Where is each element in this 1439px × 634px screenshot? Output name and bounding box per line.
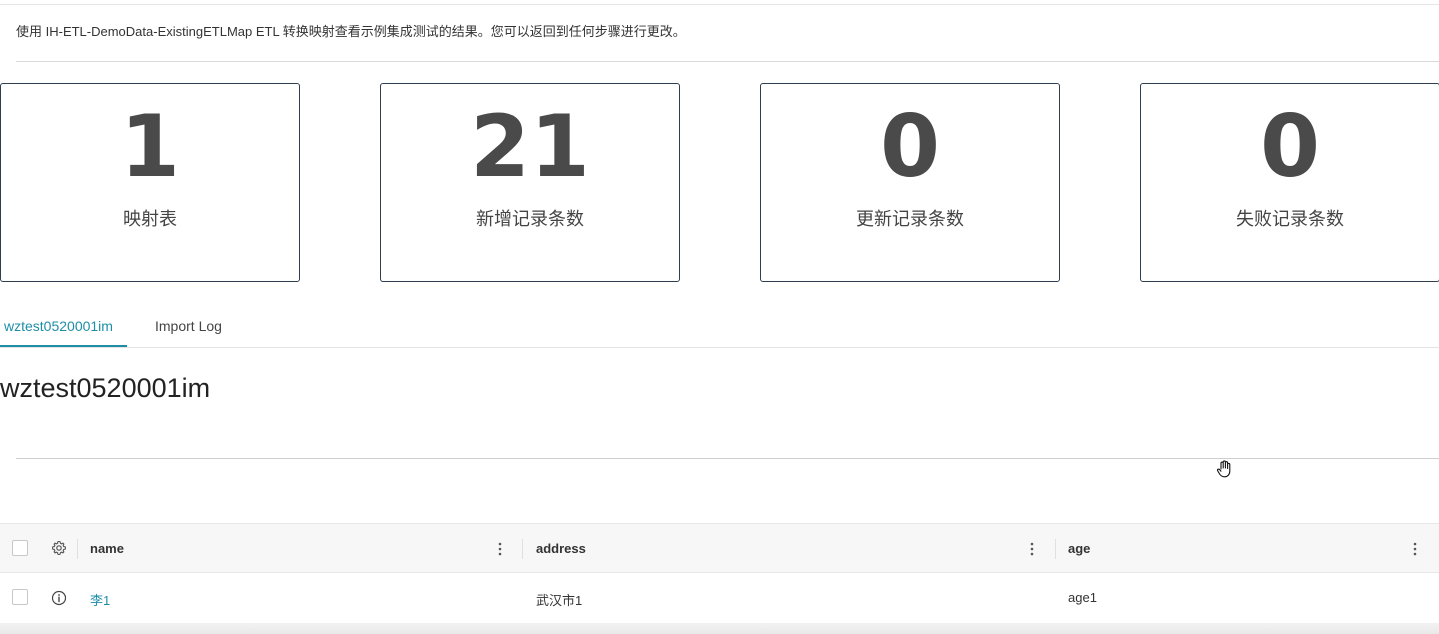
stat-label: 失败记录条数 xyxy=(1236,209,1344,229)
row-checkbox[interactable] xyxy=(12,589,28,605)
column-header-address[interactable]: address xyxy=(536,541,586,556)
stat-label: 映射表 xyxy=(123,209,177,229)
stat-card-mapping-tables: 1 映射表 xyxy=(0,83,300,282)
settings-gear-icon[interactable] xyxy=(51,540,67,556)
intro-text: 使用 IH-ETL-DemoData-ExistingETLMap ETL 转换… xyxy=(16,24,686,39)
column-header-age[interactable]: age xyxy=(1068,541,1090,556)
stat-value: 1 xyxy=(120,97,180,197)
stat-card-updated-records: 0 更新记录条数 xyxy=(760,83,1060,282)
intro-divider xyxy=(16,61,1439,62)
info-circle-icon[interactable] xyxy=(51,590,67,606)
stat-label: 新增记录条数 xyxy=(476,209,584,229)
kebab-menu-icon[interactable] xyxy=(1410,541,1420,557)
stat-label: 更新记录条数 xyxy=(856,209,964,229)
hand-cursor-icon xyxy=(1217,460,1231,478)
column-header-name[interactable]: name xyxy=(90,541,124,556)
column-separator xyxy=(522,539,523,559)
stat-value: 21 xyxy=(470,97,590,197)
kebab-menu-icon[interactable] xyxy=(1027,541,1037,557)
kebab-menu-icon[interactable] xyxy=(495,541,505,557)
data-grid: name address age 李1 武汉市1 age1 xyxy=(0,523,1439,634)
top-border xyxy=(0,4,1439,5)
cell-name-link[interactable]: 李1 xyxy=(90,590,110,609)
tab-wztest0520001im[interactable]: wztest0520001im xyxy=(4,318,113,334)
tab-bar: wztest0520001im Import Log xyxy=(0,310,1439,348)
column-separator xyxy=(77,539,78,559)
section-divider xyxy=(16,458,1439,459)
stat-value: 0 xyxy=(1260,97,1320,197)
cell-age: age1 xyxy=(1068,590,1097,605)
table-row[interactable]: 李1 武汉市1 age1 xyxy=(0,573,1439,623)
select-all-checkbox[interactable] xyxy=(12,540,28,556)
grid-header: name address age xyxy=(0,523,1439,573)
stat-value: 0 xyxy=(880,97,940,197)
tab-import-log[interactable]: Import Log xyxy=(155,318,222,334)
stat-card-inserted-records: 21 新增记录条数 xyxy=(380,83,680,282)
grid-bottom-shadow xyxy=(0,623,1439,634)
column-separator xyxy=(1055,539,1056,559)
stat-card-failed-records: 0 失败记录条数 xyxy=(1140,83,1439,282)
cell-address: 武汉市1 xyxy=(536,593,583,608)
active-tab-indicator xyxy=(0,345,127,347)
section-title: wztest0520001im xyxy=(0,373,211,403)
